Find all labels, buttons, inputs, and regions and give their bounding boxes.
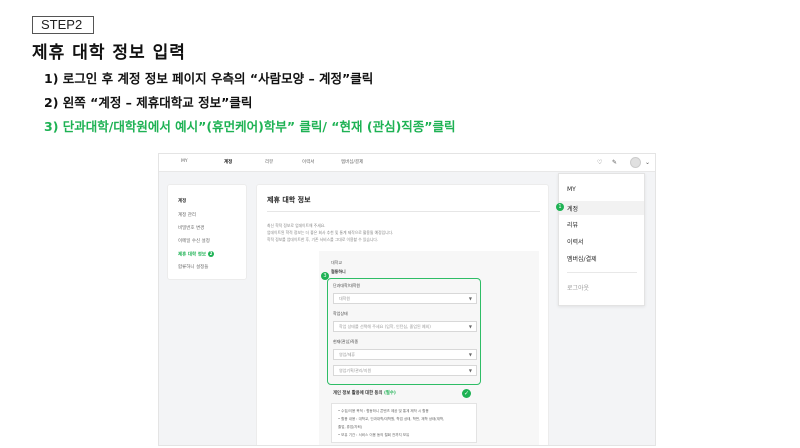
sidebar: 계정 계정 관리 비밀번호 변경 이메일 수신 설정 제휴 대학 정보 2 합류하… — [167, 184, 247, 280]
job-select[interactable]: 영업/제휴 ▼ — [333, 349, 477, 360]
terms-box: • 수집/이용 목적 : 협동하니 콘텐츠 제공 및 통계 제작 시 활용 • … — [331, 403, 477, 443]
account-dropdown: MY 계정 리뷰 이력서 멤버십/결제 로그아웃 — [558, 173, 645, 306]
sidebar-item-label: 제휴 대학 정보 — [178, 252, 206, 258]
nav-my[interactable]: MY — [181, 159, 188, 164]
instruction-3: 3) 단과대학/대학원에서 예시”(휴먼케어)학부” 클릭/ “현재 (관심)직… — [44, 119, 456, 134]
step-badge: 3 — [321, 272, 329, 280]
term-line: • 활용 내용 : 대학교, 단과대학/대학원, 학업 상태, 학번, 재학 상… — [338, 417, 445, 421]
school-label: 대학교 — [331, 260, 343, 265]
instruction-1: 1) 로그인 후 계정 정보 페이지 우측의 “사람모양 – 계정”클릭 — [44, 71, 374, 86]
field-label-college: 단과대학/대학원 — [333, 283, 361, 288]
dropdown-item-review[interactable]: 리뷰 — [567, 220, 578, 229]
term-line: • 수집/이용 목적 : 협동하니 콘텐츠 제공 및 통계 제작 시 활용 — [338, 409, 429, 413]
sidebar-heading: 계정 — [178, 199, 187, 204]
instruction-2: 2) 왼쪽 “계정 – 제휴대학교 정보”클릭 — [44, 95, 253, 110]
select-value: 영업/제휴 — [339, 352, 356, 357]
dropdown-item-account[interactable]: 계정 — [559, 201, 644, 215]
select-value: 학업 상태를 선택해 주세요 (입학, 인턴십, 졸업된 예외) — [339, 324, 431, 329]
dropdown-item-membership[interactable]: 멤버십/결제 — [567, 254, 597, 263]
avatar-icon[interactable] — [630, 157, 641, 168]
select-value: 영업기획/관리/지원 — [339, 368, 372, 373]
pencil-icon[interactable]: ✎ — [612, 159, 617, 166]
caret-down-icon: ▼ — [468, 296, 472, 301]
bell-icon[interactable]: ♡ — [597, 159, 602, 166]
nav-review[interactable]: 리뷰 — [265, 159, 273, 165]
step-badge: 2 — [207, 251, 214, 257]
nav-membership[interactable]: 멤버십/결제 — [341, 159, 363, 165]
field-label-status: 학업상태 — [333, 311, 348, 316]
sidebar-item-settings[interactable]: 합류하니 설정들 — [178, 264, 208, 270]
caret-down-icon: ▼ — [468, 368, 472, 373]
college-select[interactable]: 대학원 ▼ — [333, 293, 477, 304]
step-tag: STEP2 — [32, 16, 94, 34]
field-label-job: 현재(관심)직종 — [333, 339, 359, 344]
desc-line: 업데이트된 학적 정보는 더 좋은 회사 추천 및 통계 제작으로 활용될 예정… — [267, 230, 394, 235]
top-nav: MY 계정 리뷰 이력서 멤버십/결제 ♡ ✎ ⌄ — [159, 154, 655, 172]
caret-down-icon: ▼ — [468, 324, 472, 329]
job-detail-select[interactable]: 영업기획/관리/지원 ▼ — [333, 365, 477, 376]
content-title: 제휴 대학 정보 — [267, 196, 311, 204]
divider — [567, 272, 637, 273]
agree-text: 개인 정보 활용에 대한 동의 — [333, 391, 383, 396]
desc-line: 학적 정보를 업데이트한 후, 기존 서비스를 그대로 이용할 수 있습니다. — [267, 237, 379, 242]
agree-required: (필수) — [383, 391, 396, 396]
term-line: 졸업, 휴업/자퇴) — [338, 425, 363, 429]
sidebar-item-account-manage[interactable]: 계정 관리 — [178, 212, 196, 218]
step-badge: 1 — [556, 203, 564, 211]
sidebar-item-password[interactable]: 비밀번호 변경 — [178, 225, 204, 231]
caret-down-icon: ▼ — [468, 352, 472, 357]
dropdown-item-my[interactable]: MY — [567, 186, 576, 193]
status-select[interactable]: 학업 상태를 선택해 주세요 (입학, 인턴십, 졸업된 예외) ▼ — [333, 321, 477, 332]
nav-resume[interactable]: 이력서 — [302, 159, 314, 165]
divider — [267, 211, 540, 212]
agree-title: 개인 정보 활용에 대한 동의 (필수) — [333, 390, 396, 396]
school-name: 협동하니 — [331, 269, 346, 274]
select-value: 대학원 — [339, 296, 351, 301]
dropdown-item-label: 계정 — [567, 206, 579, 213]
logout-link[interactable]: 로그아웃 — [567, 283, 589, 292]
dropdown-item-resume[interactable]: 이력서 — [567, 237, 584, 246]
sidebar-item-email[interactable]: 이메일 수신 설정 — [178, 238, 210, 244]
check-icon[interactable]: ✓ — [462, 389, 471, 398]
sidebar-item-university[interactable]: 제휴 대학 정보 2 — [178, 251, 214, 258]
page-title: 제휴 대학 정보 입력 — [32, 43, 186, 63]
term-line: • 보유 기간 : 서비스 이용 동의 철회 전까지 보유 — [338, 433, 410, 437]
chevron-down-icon[interactable]: ⌄ — [645, 159, 650, 166]
nav-account[interactable]: 계정 — [224, 159, 232, 165]
desc-line: 최신 학적 정보로 업데이트해 주세요. — [267, 223, 326, 228]
